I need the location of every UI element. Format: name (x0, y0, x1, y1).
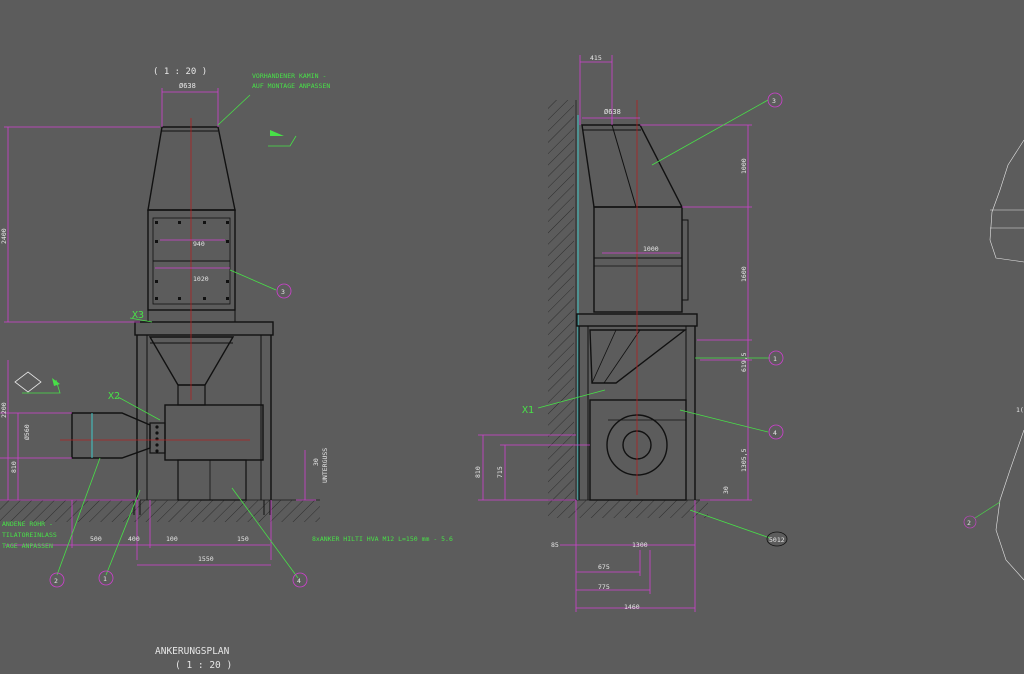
dim-775: 775 (598, 583, 610, 591)
dim-1550: 1550 (198, 555, 214, 563)
ground-hatch (0, 500, 320, 522)
labels: ( 1 : 20 ) VORHANDENER KAMIN - AUF MONTA… (0, 54, 1024, 671)
inlet-arrow-marker (14, 371, 42, 393)
inlet-bolts (155, 425, 159, 453)
fragment-leader (974, 501, 1001, 519)
height-lower: 2200 (0, 402, 8, 418)
right-fragment (963, 139, 1024, 581)
scale-top-front: ( 1 : 20 ) (153, 67, 207, 77)
dim-1600: 1600 (740, 266, 748, 282)
fan-housing (164, 404, 264, 461)
dia-top-front: Ø638 (179, 82, 196, 90)
dim-30-side: 30 (722, 486, 730, 494)
dim-100: 100 (166, 535, 178, 543)
side-view (478, 55, 788, 612)
dim-500: 500 (90, 535, 102, 543)
balloon-3-side-label: 3 (772, 97, 776, 105)
balloon-1-side-label: 1 (773, 355, 777, 363)
anchor-plan-scale: ( 1 : 20 ) (175, 660, 232, 671)
dim-675: 675 (598, 563, 610, 571)
dim-400: 400 (128, 535, 140, 543)
cad-drawing-canvas: ( 1 : 20 ) VORHANDENER KAMIN - AUF MONTA… (0, 54, 1024, 671)
side-hood-line (611, 124, 637, 208)
dim-1020: 1020 (193, 275, 209, 283)
side-filter-box (593, 206, 683, 313)
side-dimensions (478, 55, 752, 612)
inlet-duct (71, 412, 151, 459)
dim-810-side: 810 (474, 466, 482, 478)
dim-85: 85 (551, 541, 559, 549)
dim-1460: 1460 (624, 603, 640, 611)
dim-415: 415 (590, 54, 602, 62)
untergus-label: UNTERGUSS (321, 448, 329, 483)
dim-30-front: 30 (312, 458, 320, 466)
balloon-1-front-label: 1 (103, 575, 107, 583)
side-hopper-line2 (603, 329, 641, 384)
balloon-4-side-label: 4 (773, 429, 777, 437)
existing-label-2: TILATOREINLASS (2, 531, 57, 539)
filter-box (147, 209, 236, 311)
marker-x3: X3 (132, 310, 144, 321)
dim-940: 940 (193, 240, 205, 248)
marker-x2: X2 (108, 391, 120, 402)
side-filter-door (681, 219, 689, 301)
dim-1305-5: 1305,5 (740, 448, 748, 472)
transition (147, 309, 236, 323)
anchor-plan-title: ANKERUNGSPLAN (155, 646, 230, 657)
dim-1300: 1300 (632, 541, 648, 549)
anchor-text: 8xANKER HILTI HVA M12 L=150 mm - 5.6 (312, 535, 453, 543)
dia-inlet: Ø560 (23, 424, 31, 440)
dim-715: 715 (496, 466, 504, 478)
dim-1000-w: 1000 (643, 245, 659, 253)
base-plate (134, 321, 274, 336)
dia-top-side: Ø638 (604, 108, 621, 116)
hopper (148, 336, 235, 386)
existing-label-1: ANDENE ROHR - (2, 520, 53, 528)
existing-label-3: TAGE ANPASSEN (2, 542, 53, 550)
fragment-outline-bottom (995, 429, 1024, 581)
fan-base (177, 459, 247, 501)
balloon-2-right-label: 2 (967, 519, 971, 527)
inlet-symbol (52, 378, 60, 386)
front-dimensions (0, 88, 316, 566)
base-plate-top (148, 310, 235, 322)
balloon-4-front-label: 4 (297, 577, 301, 585)
dim-619-5: 619,5 (740, 352, 748, 372)
front-view (0, 88, 320, 588)
wall-hatch (548, 100, 574, 500)
chimney-symbol (270, 130, 284, 136)
marker-x1: X1 (522, 405, 534, 416)
right-edge-text: 1( (1016, 406, 1024, 414)
dim-1000-h: 1000 (740, 158, 748, 174)
side-ground-hatch (548, 500, 708, 518)
balloon-5012-label: 5012 (769, 536, 785, 544)
chimney-label-1: VORHANDENER KAMIN - (252, 72, 326, 80)
dim-810-front: 810 (10, 461, 18, 473)
side-hopper-line (591, 329, 617, 384)
vertical-duct (177, 384, 206, 406)
dim-150: 150 (237, 535, 249, 543)
height-total-front: 2400 (0, 228, 8, 244)
balloon-3-front-label: 3 (281, 288, 285, 296)
balloon-2-front-label: 2 (54, 577, 58, 585)
fragment-outline-top (989, 139, 1024, 263)
chimney-label-2: AUF MONTAGE ANPASSEN (252, 82, 330, 90)
chimney-hood (147, 126, 236, 211)
